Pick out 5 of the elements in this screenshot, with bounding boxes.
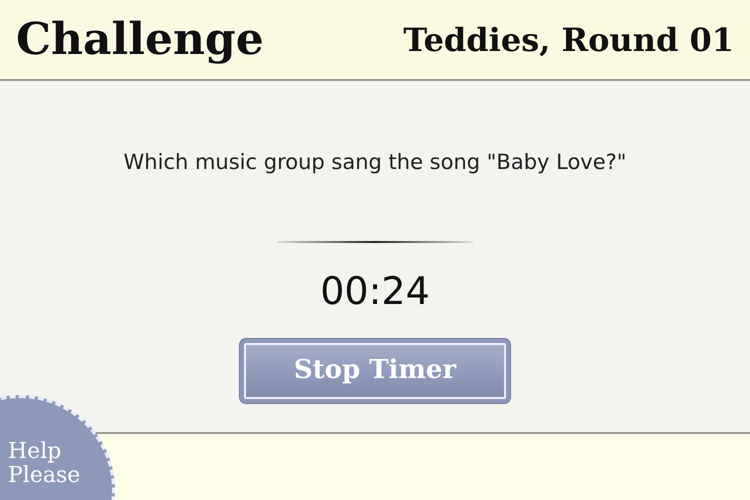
stop-timer-button[interactable]: Stop Timer (239, 338, 511, 404)
timer-text: 00:24 (320, 268, 430, 314)
page-title: Challenge (16, 12, 264, 66)
question-text: Which music group sang the song "Baby Love?" (124, 149, 626, 176)
round-title: Teddies, Round 01 (403, 20, 734, 60)
